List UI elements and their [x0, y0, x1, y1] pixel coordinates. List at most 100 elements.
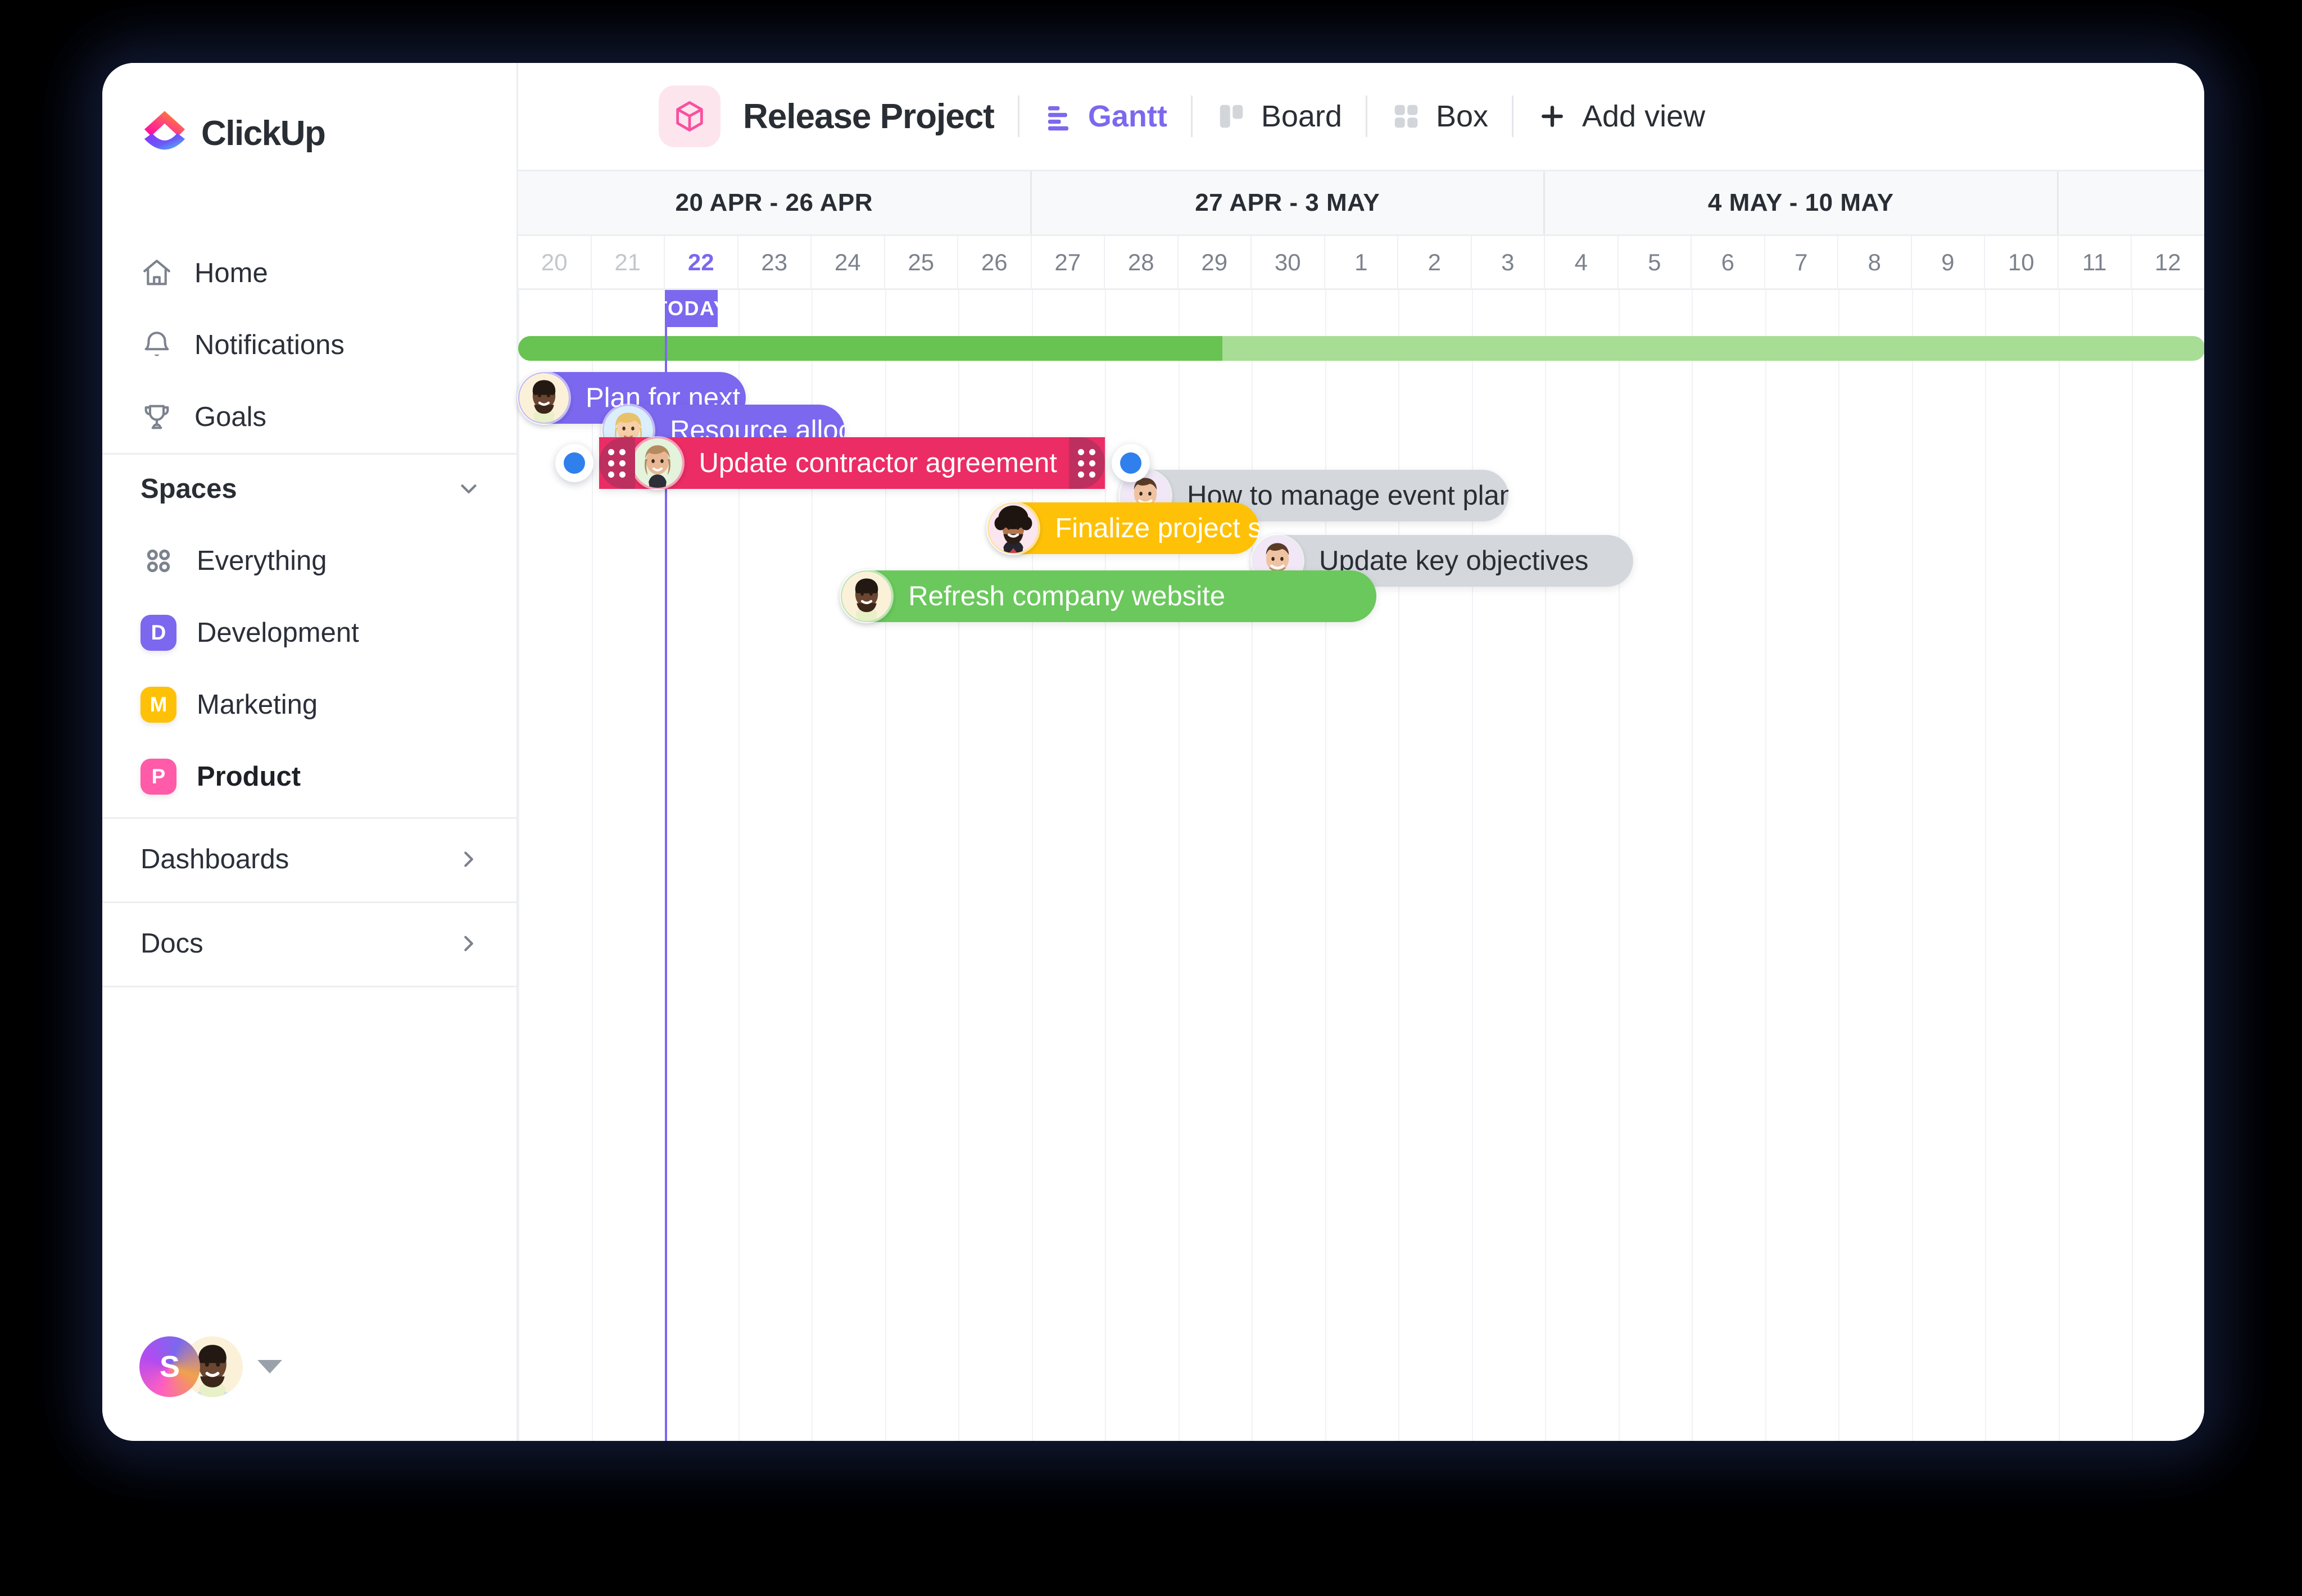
- header-separator: [1366, 96, 1367, 137]
- day-header-cell: 27: [1032, 236, 1105, 288]
- nav-label-notifications: Notifications: [194, 329, 345, 361]
- sidebar-label-marketing: Marketing: [197, 689, 318, 720]
- week-header-cell: 4 MAY - 10 MAY: [1545, 171, 2059, 234]
- grid-line: [1985, 290, 1986, 1441]
- spaces-section: Spaces Everything D Development: [102, 453, 516, 813]
- day-header-row: 2021222324252627282930123456789101112: [518, 236, 2204, 290]
- grid-line: [1179, 290, 1180, 1441]
- grid-line: [1838, 290, 1839, 1441]
- box-icon: [1391, 101, 1421, 132]
- day-header-cell: 21: [592, 236, 665, 288]
- grid-line: [1765, 290, 1766, 1441]
- sidebar-item-dashboards[interactable]: Dashboards: [102, 817, 516, 901]
- day-header-cell: 28: [1105, 236, 1179, 288]
- grid-line: [2132, 290, 2133, 1441]
- workspace-avatar[interactable]: S: [139, 1336, 200, 1397]
- resize-handle-right[interactable]: [1069, 437, 1105, 489]
- assignee-avatar[interactable]: [517, 371, 571, 425]
- week-header-row: 20 APR - 26 APR27 APR - 3 MAY4 MAY - 10 …: [518, 170, 2204, 236]
- day-header-cell: 26: [958, 236, 1032, 288]
- sidebar-label-docs: Docs: [141, 928, 203, 959]
- chevron-down-icon[interactable]: [456, 476, 482, 502]
- resize-handle-left[interactable]: [599, 437, 635, 489]
- task-name: Refresh company website: [908, 581, 1225, 612]
- nav-label-goals: Goals: [194, 401, 266, 433]
- nav-label-home: Home: [194, 257, 268, 289]
- trophy-icon: [141, 401, 173, 433]
- primary-nav: Home Notifications Goals: [102, 237, 516, 453]
- add-view-button[interactable]: Add view: [1537, 99, 1705, 134]
- sidebar-item-docs[interactable]: Docs: [102, 901, 516, 986]
- grid-line: [2059, 290, 2060, 1441]
- space-badge-development: D: [141, 615, 176, 651]
- view-header: Release Project Gantt: [518, 63, 2204, 170]
- gantt-task-bar[interactable]: Refresh company website: [841, 570, 1376, 622]
- dependency-dot-end[interactable]: [1112, 444, 1150, 482]
- space-badge-marketing: M: [141, 687, 176, 723]
- tab-label-gantt: Gantt: [1088, 99, 1167, 134]
- chevron-down-icon[interactable]: [257, 1360, 282, 1373]
- day-header-cell: 22: [665, 236, 738, 288]
- sidebar-item-marketing[interactable]: M Marketing: [102, 669, 516, 741]
- tab-box[interactable]: Box: [1391, 99, 1488, 134]
- sidebar-label-product: Product: [197, 761, 301, 792]
- grid-line: [1472, 290, 1473, 1441]
- tab-board[interactable]: Board: [1216, 99, 1342, 134]
- week-header-cell: 27 APR - 3 MAY: [1032, 171, 1546, 234]
- sidebar: ClickUp Home Notifications: [102, 63, 518, 1441]
- sidebar-item-everything[interactable]: Everything: [102, 525, 516, 597]
- cube-icon: [659, 85, 720, 147]
- clickup-logo-icon: [141, 109, 189, 157]
- day-header-cell: 6: [1692, 236, 1765, 288]
- grid-line: [1325, 290, 1326, 1441]
- project-progress-bar: [518, 336, 2204, 361]
- header-separator: [1018, 96, 1019, 137]
- day-header-cell: 4: [1545, 236, 1619, 288]
- assignee-avatar[interactable]: [840, 569, 894, 623]
- grid-line: [1105, 290, 1106, 1441]
- gantt-timeline: 20 APR - 26 APR27 APR - 3 MAY4 MAY - 10 …: [518, 170, 2204, 1441]
- day-header-cell: 10: [1985, 236, 2059, 288]
- day-header-cell: 24: [812, 236, 885, 288]
- grid-line: [1912, 290, 1913, 1441]
- grid-line: [1692, 290, 1693, 1441]
- day-header-cell: 3: [1472, 236, 1546, 288]
- day-header-cell: 23: [738, 236, 812, 288]
- gantt-task-bar[interactable]: Update contractor agreement: [599, 437, 1105, 489]
- task-name: Finalize project scope: [1055, 513, 1259, 544]
- grid-line: [518, 290, 519, 1441]
- chevron-right-icon: [456, 931, 482, 956]
- grid-line: [1252, 290, 1253, 1441]
- today-badge: TODAY: [665, 290, 718, 327]
- sidebar-item-development[interactable]: D Development: [102, 597, 516, 669]
- space-badge-product: P: [141, 759, 176, 795]
- spaces-header[interactable]: Spaces: [102, 453, 516, 525]
- assignee-avatar[interactable]: [986, 501, 1040, 555]
- grid-dots-icon: [141, 543, 176, 579]
- week-header-cell: [2059, 171, 2205, 234]
- user-dock[interactable]: S: [139, 1336, 282, 1397]
- plus-icon: [1537, 101, 1567, 132]
- day-header-cell: 29: [1179, 236, 1252, 288]
- add-view-label: Add view: [1582, 99, 1705, 134]
- nav-item-home[interactable]: Home: [102, 237, 516, 309]
- gantt-task-bar[interactable]: Finalize project scope: [987, 502, 1259, 554]
- day-header-cell: 11: [2059, 236, 2132, 288]
- main-panel: Release Project Gantt: [518, 63, 2204, 1441]
- dependency-dot-start[interactable]: [555, 444, 593, 482]
- header-separator: [1191, 96, 1193, 137]
- nav-item-notifications[interactable]: Notifications: [102, 309, 516, 381]
- sidebar-divider-4: [102, 986, 516, 987]
- nav-item-goals[interactable]: Goals: [102, 381, 516, 453]
- assignee-avatar[interactable]: [631, 436, 685, 490]
- brand-logo[interactable]: ClickUp: [141, 109, 325, 157]
- grid-line: [1545, 290, 1546, 1441]
- day-header-cell: 8: [1838, 236, 1912, 288]
- spaces-title: Spaces: [141, 473, 237, 505]
- tab-gantt[interactable]: Gantt: [1043, 99, 1167, 134]
- day-header-cell: 30: [1252, 236, 1325, 288]
- sidebar-item-product[interactable]: P Product: [102, 741, 516, 813]
- page-title: Release Project: [743, 97, 994, 137]
- day-header-cell: 9: [1912, 236, 1986, 288]
- sidebar-label-dashboards: Dashboards: [141, 844, 289, 875]
